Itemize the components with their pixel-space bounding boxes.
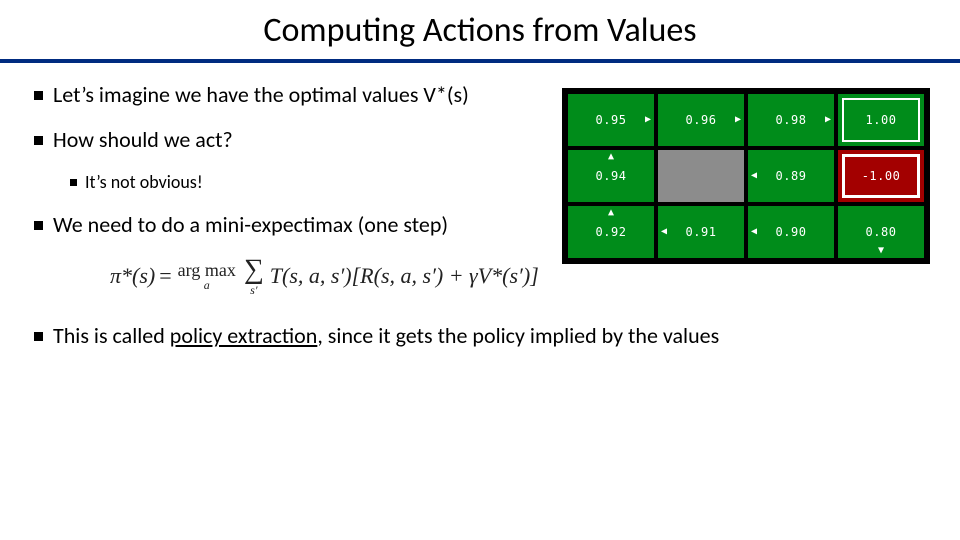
bullet-4-text: This is called policy extraction, since …: [53, 322, 719, 349]
arrow-right-icon: ▶: [825, 115, 831, 125]
cell-r1c0: 0.94 ▲: [568, 150, 654, 202]
cell-r1c2: 0.89 ◀: [748, 150, 834, 202]
cell-r0c1: 0.96 ▶: [658, 94, 744, 146]
arrow-up-icon: ▲: [608, 208, 614, 218]
cell-value: 0.89: [776, 169, 807, 183]
cell-value: 0.95: [596, 113, 627, 127]
bullet-1-text: Let’s imagine we have the optimal values…: [53, 81, 469, 108]
terminal-box-icon: [842, 98, 920, 142]
bullet-2-text: How should we act?: [53, 126, 233, 153]
cell-value: 0.94: [596, 169, 627, 183]
cell-r2c2: 0.90 ◀: [748, 206, 834, 258]
formula-argmax-op: arg max: [178, 261, 236, 279]
bullet-4-pre: This is called: [53, 322, 170, 349]
cell-r2c0: 0.92 ▲: [568, 206, 654, 258]
slide-title-wrap: Computing Actions from Values: [0, 0, 960, 57]
bullet-2a-text: It’s not obvious!: [85, 171, 203, 193]
cell-r1c1-wall: [658, 150, 744, 202]
bullet-2: How should we act?: [34, 126, 594, 153]
bullet-icon: [34, 91, 43, 100]
bullet-4: This is called policy extraction, since …: [34, 322, 926, 349]
bullet-4-post: , since it gets the policy implied by th…: [317, 322, 719, 349]
arrow-up-icon: ▲: [608, 152, 614, 162]
sigma-icon: ∑: [244, 256, 264, 284]
bullet-icon: [34, 332, 43, 341]
cell-value: 0.96: [686, 113, 717, 127]
bullet-1: Let’s imagine we have the optimal values…: [34, 81, 594, 108]
slide-title: Computing Actions from Values: [0, 10, 960, 51]
cell-r0c0: 0.95 ▶: [568, 94, 654, 146]
cell-value: 0.90: [776, 225, 807, 239]
cell-value: 0.98: [776, 113, 807, 127]
cell-r2c1: 0.91 ◀: [658, 206, 744, 258]
formula-lhs: π*(s): [110, 263, 155, 289]
title-underline: [0, 59, 960, 63]
arrow-right-icon: ▶: [645, 115, 651, 125]
cell-value: 0.91: [686, 225, 717, 239]
sigma-sub: s′: [250, 284, 257, 296]
formula-argmax: arg max a: [178, 261, 236, 291]
arrow-right-icon: ▶: [735, 115, 741, 125]
terminal-box-icon: [842, 154, 920, 198]
formula-argmax-sub: a: [204, 279, 210, 291]
bullet-3-text: We need to do a mini-expectimax (one ste…: [53, 211, 448, 238]
arrow-left-icon: ◀: [751, 227, 757, 237]
cell-value: 0.92: [596, 225, 627, 239]
value-grid: 0.95 ▶ 0.96 ▶ 0.98 ▶ 1.00 0.94 ▲ 0.89 ◀ …: [562, 88, 930, 264]
cell-value: 0.80: [866, 225, 897, 239]
arrow-left-icon: ◀: [751, 171, 757, 181]
formula-body: T(s, a, s′)[R(s, a, s′) + γV*(s′)]: [270, 263, 539, 289]
formula-eq: =: [159, 263, 171, 289]
bullet-3: We need to do a mini-expectimax (one ste…: [34, 211, 594, 238]
arrow-left-icon: ◀: [661, 227, 667, 237]
bullet-icon: [70, 179, 77, 186]
bullet-icon: [34, 136, 43, 145]
bullet-icon: [34, 221, 43, 230]
cell-r1c3-terminal: -1.00: [838, 150, 924, 202]
cell-r0c3-terminal: 1.00: [838, 94, 924, 146]
grid-inner: 0.95 ▶ 0.96 ▶ 0.98 ▶ 1.00 0.94 ▲ 0.89 ◀ …: [568, 94, 924, 258]
cell-r2c3: 0.80 ▼: [838, 206, 924, 258]
arrow-down-icon: ▼: [878, 246, 884, 256]
formula-sigma: ∑ s′: [244, 256, 264, 296]
bullet-4-underline: policy extraction: [170, 322, 318, 349]
cell-r0c2: 0.98 ▶: [748, 94, 834, 146]
